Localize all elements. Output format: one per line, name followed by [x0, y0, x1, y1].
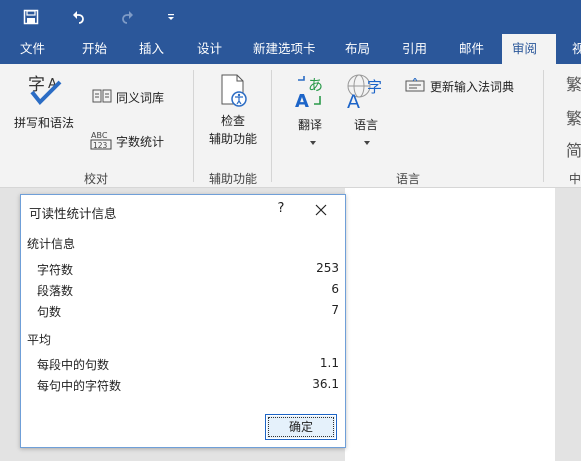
word-count-button[interactable]: 字数统计 — [116, 133, 164, 150]
tab-home[interactable]: 开始 — [72, 34, 117, 64]
stat-row-paragraphs: 段落数 6 — [37, 282, 339, 300]
avg-value: 1.1 — [319, 356, 339, 370]
svg-text:A: A — [347, 91, 360, 110]
close-icon[interactable] — [311, 201, 331, 219]
stat-value: 253 — [316, 261, 339, 275]
stat-value: 6 — [331, 282, 339, 296]
translate-icon[interactable]: あA — [294, 74, 330, 113]
svg-text:あ: あ — [308, 76, 323, 94]
customize-icon[interactable] — [160, 6, 182, 28]
chevron-down-icon[interactable] — [364, 134, 370, 148]
tab-new-tab[interactable]: 新建选项卡 — [243, 34, 326, 64]
help-button[interactable]: ? — [273, 201, 289, 216]
tab-view[interactable]: 视 — [562, 34, 581, 64]
avg-label: 每句中的字符数 — [37, 379, 122, 393]
chevron-down-icon[interactable] — [310, 134, 316, 148]
thesaurus-icon — [92, 88, 112, 107]
spelling-grammar-icon[interactable]: 字 A — [26, 72, 66, 109]
stat-row-characters: 字符数 253 — [37, 261, 339, 279]
avg-row-sentences-per-paragraph: 每段中的句数 1.1 — [37, 356, 339, 374]
update-ime-dictionary-icon — [405, 77, 425, 95]
ok-button[interactable]: 确定 — [265, 414, 337, 440]
accessibility-group-label: 辅助功能 — [209, 172, 258, 186]
svg-text:繁: 繁 — [566, 75, 581, 94]
ribbon-tabs: 文件 开始 插入 设计 新建选项卡 布局 引用 邮件 审阅 视 — [0, 34, 581, 64]
svg-text:123: 123 — [93, 141, 108, 150]
avg-row-characters-per-sentence: 每句中的字符数 36.1 — [37, 377, 339, 395]
language-icon[interactable]: 字A — [345, 72, 387, 113]
avg-label: 每段中的句数 — [37, 358, 110, 372]
stat-label: 句数 — [37, 305, 62, 319]
language-button[interactable]: 语言 — [354, 116, 378, 133]
avg-value: 36.1 — [312, 377, 339, 391]
stat-value: 7 — [331, 303, 339, 317]
tab-references[interactable]: 引用 — [392, 34, 437, 64]
thesaurus-button[interactable]: 同义词库 — [116, 89, 164, 106]
tab-insert[interactable]: 插入 — [129, 34, 174, 64]
translate-button[interactable]: 翻译 — [298, 116, 322, 133]
quick-access-toolbar — [0, 0, 581, 34]
chinese-conversion-group-label: 中 — [569, 172, 581, 186]
save-icon[interactable] — [20, 6, 42, 28]
svg-text:A: A — [295, 91, 309, 110]
averages-heading: 平均 — [27, 333, 52, 347]
dialog-title: 可读性统计信息 — [29, 206, 117, 221]
tab-file[interactable]: 文件 — [10, 34, 55, 64]
tab-review[interactable]: 审阅 — [502, 34, 556, 64]
ribbon-review: 字 A 拼写和语法 同义词库 ABC 123 字数统计 校对 检查 辅助功能 辅助… — [0, 64, 581, 188]
tab-design[interactable]: 设计 — [187, 34, 232, 64]
tab-layout[interactable]: 布局 — [335, 34, 380, 64]
group-separator — [193, 70, 194, 182]
group-separator — [271, 70, 272, 182]
stat-label: 字符数 — [37, 263, 74, 277]
spelling-grammar-button[interactable]: 拼写和语法 — [14, 114, 74, 131]
svg-text:字: 字 — [367, 78, 382, 96]
stat-label: 段落数 — [37, 284, 74, 298]
undo-icon[interactable] — [68, 6, 90, 28]
check-accessibility-icon[interactable] — [219, 74, 249, 111]
proofing-group-label: 校对 — [84, 172, 109, 186]
statistics-heading: 统计信息 — [27, 237, 76, 251]
svg-text:ABC: ABC — [91, 131, 108, 140]
language-group-label: 语言 — [396, 172, 421, 186]
tab-mailings[interactable]: 邮件 — [449, 34, 494, 64]
stat-row-sentences: 句数 7 — [37, 303, 339, 321]
check-accessibility-label-1[interactable]: 检查 — [221, 112, 245, 129]
update-ime-dictionary-button[interactable]: 更新输入法词典 — [430, 78, 514, 95]
svg-text:繁: 繁 — [566, 109, 581, 128]
group-separator — [543, 70, 544, 182]
svg-text:简: 简 — [566, 141, 581, 160]
readability-statistics-dialog: 可读性统计信息 ? 统计信息 字符数 253 段落数 6 句数 7 平均 每段中… — [20, 194, 346, 448]
chinese-conversion-icon[interactable]: 繁繁简 — [566, 72, 581, 163]
check-accessibility-label-2[interactable]: 辅助功能 — [209, 130, 257, 147]
svg-text:字: 字 — [28, 75, 45, 95]
word-count-icon: ABC 123 — [90, 130, 112, 153]
document-page[interactable] — [345, 188, 555, 461]
redo-icon[interactable] — [116, 6, 138, 28]
